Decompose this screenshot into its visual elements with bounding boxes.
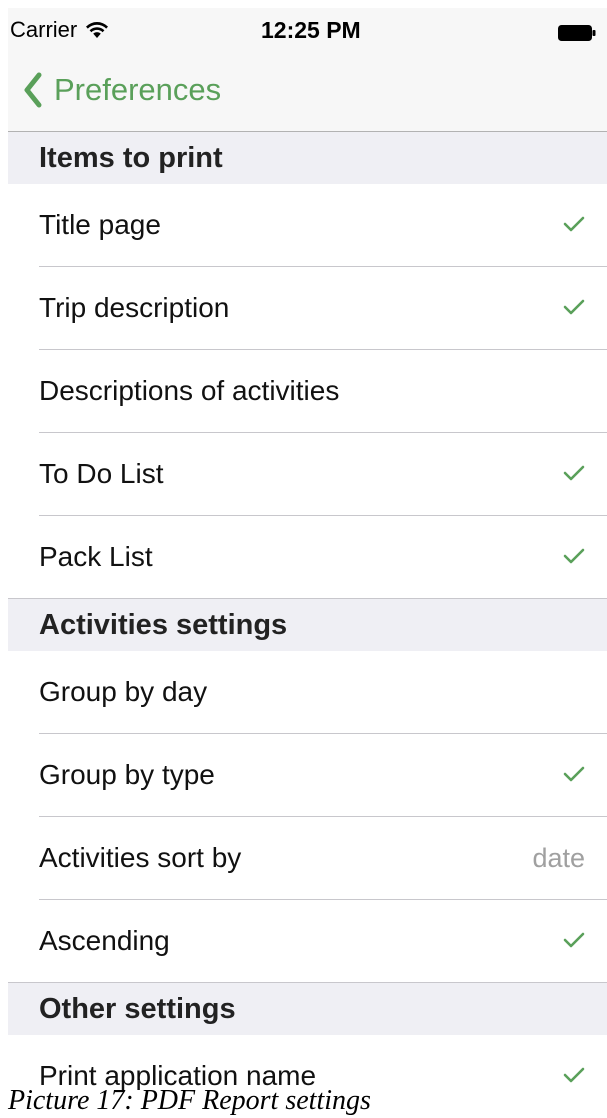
- back-label: Preferences: [54, 72, 222, 107]
- section-header: Other settings: [8, 983, 607, 1035]
- navigation-bar: Preferences: [8, 48, 607, 132]
- status-carrier: Carrier: [10, 18, 109, 42]
- row-label: Pack List: [39, 541, 153, 572]
- settings-row[interactable]: Title page: [8, 184, 607, 267]
- row-label: Trip description: [39, 292, 230, 323]
- row-label: Group by type: [39, 759, 215, 790]
- status-bar: Carrier 12:25 PM: [8, 8, 607, 48]
- battery-full-icon: [558, 25, 596, 41]
- carrier-label: Carrier: [10, 17, 78, 42]
- row-label: Ascending: [39, 925, 170, 956]
- section-title: Activities settings: [39, 609, 288, 641]
- settings-list: Items to print Title page Trip description…: [8, 132, 607, 1090]
- settings-row[interactable]: Trip description: [8, 267, 607, 350]
- chevron-left-icon: [24, 72, 42, 108]
- row-label: Group by day: [39, 676, 208, 707]
- settings-row[interactable]: Group by day: [8, 651, 607, 734]
- wifi-icon: [86, 22, 109, 38]
- row-label: Descriptions of activities: [39, 375, 340, 406]
- settings-row[interactable]: Pack List: [8, 516, 607, 599]
- settings-row[interactable]: Ascending: [8, 900, 607, 983]
- status-time: 12:25 PM: [261, 17, 361, 43]
- checkmark-icon: [563, 766, 585, 782]
- section-title: Other settings: [39, 993, 236, 1025]
- row-label: Title page: [39, 209, 161, 240]
- settings-row[interactable]: Print application name: [8, 1035, 607, 1090]
- checkmark-icon: [563, 1067, 585, 1083]
- phone-screen: Carrier 12:25 PM Preferences Items to pr…: [8, 8, 607, 1090]
- section-header: Items to print: [8, 132, 607, 184]
- row-value: date: [532, 843, 585, 873]
- figure-caption: Picture 17: PDF Report settings: [8, 1085, 371, 1116]
- settings-row[interactable]: Descriptions of activities: [8, 350, 607, 433]
- section-title: Items to print: [39, 142, 223, 174]
- checkmark-icon: [563, 216, 585, 232]
- settings-row[interactable]: Activities sort by date: [8, 817, 607, 900]
- row-label: Activities sort by: [39, 842, 242, 873]
- settings-row[interactable]: Group by type: [8, 734, 607, 817]
- checkmark-icon: [563, 299, 585, 315]
- back-button[interactable]: Preferences: [22, 70, 221, 110]
- settings-row[interactable]: To Do List: [8, 433, 607, 516]
- checkmark-icon: [563, 465, 585, 481]
- checkmark-icon: [563, 548, 585, 564]
- row-label: To Do List: [39, 458, 164, 489]
- checkmark-icon: [563, 932, 585, 948]
- section-header: Activities settings: [8, 599, 607, 651]
